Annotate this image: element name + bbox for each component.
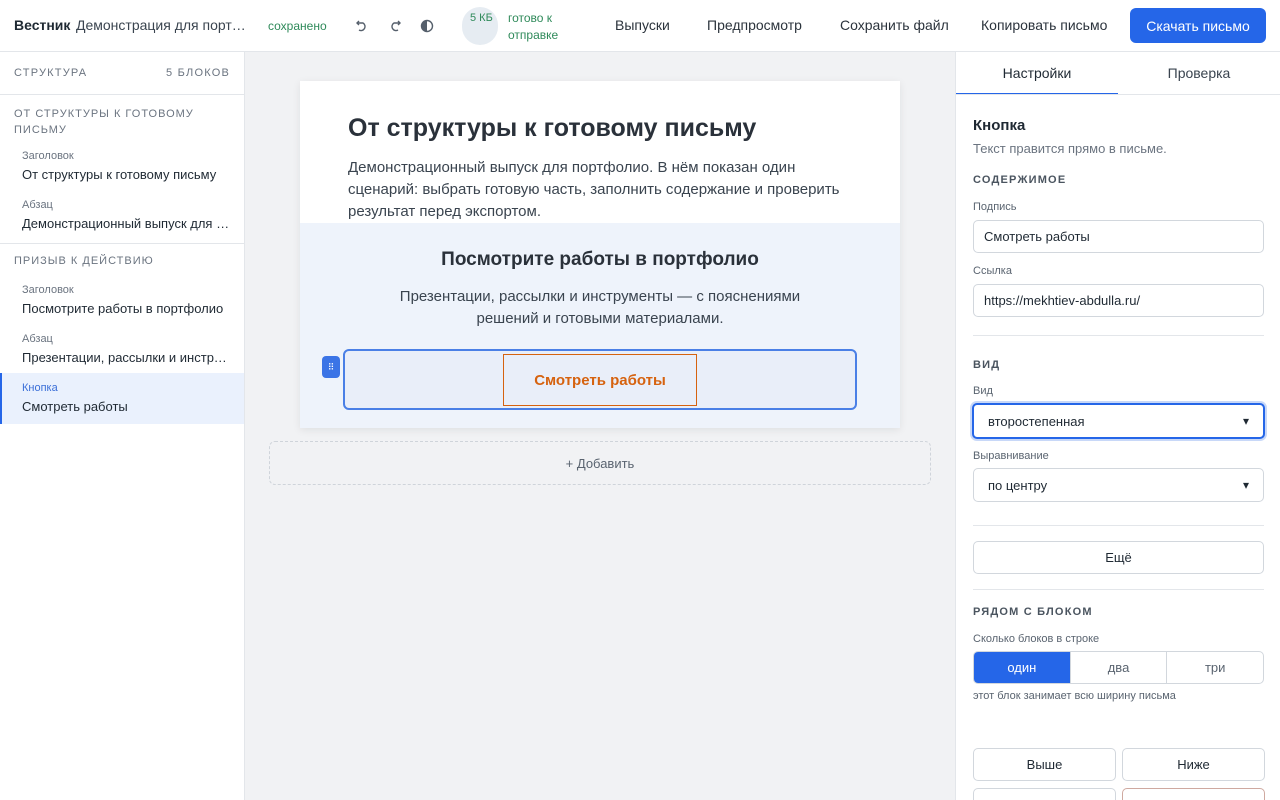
caption-input[interactable]: [973, 220, 1264, 253]
structure-item-button[interactable]: Кнопка Смотреть работы: [0, 373, 244, 424]
preview-link[interactable]: Предпросмотр: [707, 17, 802, 33]
item-text: Демонстрационный выпуск для портфолио: [22, 216, 230, 231]
per-row-segmented-control: один два три: [973, 651, 1264, 684]
block-title: Кнопка: [973, 117, 1026, 134]
cta-heading[interactable]: Посмотрите работы в портфолио: [300, 249, 900, 271]
email-canvas: От структуры к готовому письму Демонстра…: [245, 52, 955, 800]
move-down-button[interactable]: Ниже: [1122, 748, 1265, 781]
view-label: Вид: [973, 385, 993, 397]
block-count: 5 блоков: [166, 67, 230, 79]
per-row-option-two[interactable]: два: [1069, 652, 1167, 683]
per-row-option-one[interactable]: один: [974, 652, 1070, 683]
copy-email-link[interactable]: Копировать письмо: [981, 17, 1107, 33]
contrast-icon[interactable]: [415, 14, 439, 38]
structure-header: Структура 5 блоков: [0, 52, 244, 95]
item-type: Заголовок: [22, 284, 74, 296]
more-button[interactable]: Ещё: [973, 541, 1264, 574]
download-email-button[interactable]: Скачать письмо: [1130, 8, 1266, 43]
chevron-down-icon: ▾: [1242, 414, 1249, 428]
tab-settings[interactable]: Настройки: [956, 52, 1118, 95]
size-badge: 5 КБ: [462, 7, 498, 45]
near-block-section-title: Рядом с блоком: [973, 606, 1093, 618]
top-bar: Вестник Демонстрация для портфолио сохра…: [0, 0, 1280, 52]
save-file-link[interactable]: Сохранить файл: [840, 17, 949, 33]
per-row-option-three[interactable]: три: [1166, 652, 1263, 683]
align-select[interactable]: по центру ▾: [973, 468, 1264, 502]
link-label: Ссылка: [973, 265, 1012, 277]
view-select-value: второстепенная: [988, 413, 1085, 429]
block-subtitle: Текст правится прямо в письме.: [973, 141, 1167, 156]
chevron-down-icon: ▾: [1242, 478, 1249, 492]
structure-sidebar: Структура 5 блоков От структуры к готово…: [0, 52, 245, 800]
settings-panel: Настройки Проверка Кнопка Текст правится…: [955, 52, 1280, 800]
structure-item-heading[interactable]: Заголовок Посмотрите работы в портфолио: [0, 269, 244, 324]
per-row-label: Сколько блоков в строке: [973, 633, 1100, 645]
structure-title: Структура: [14, 67, 88, 79]
app-brand: Вестник: [14, 17, 71, 33]
cta-section: Посмотрите работы в портфолио Презентаци…: [300, 223, 900, 428]
align-select-value: по центру: [988, 477, 1048, 493]
cta-text[interactable]: Презентации, рассылки и инструменты — с …: [370, 286, 830, 330]
item-text: Посмотрите работы в портфолио: [22, 301, 224, 316]
group-label: Призыв к действию: [14, 255, 154, 267]
tab-check[interactable]: Проверка: [1118, 52, 1280, 95]
item-type: Абзац: [22, 333, 53, 345]
caption-label: Подпись: [973, 201, 1017, 213]
undo-icon[interactable]: [350, 14, 374, 38]
group-label: От структуры к готовому письму: [14, 108, 194, 136]
add-block-button[interactable]: + Добавить: [269, 441, 931, 485]
move-up-button[interactable]: Выше: [973, 748, 1116, 781]
per-row-hint: этот блок занимает всю ширину письма: [973, 690, 1176, 702]
item-text: Презентации, рассылки и инструменты: [22, 350, 230, 365]
view-select[interactable]: второстепенная ▾: [972, 403, 1265, 439]
item-type: Абзац: [22, 199, 53, 211]
item-type: Заголовок: [22, 150, 74, 162]
redo-icon[interactable]: [383, 14, 407, 38]
drag-handle-icon[interactable]: ⠿: [322, 356, 340, 378]
block-action-button[interactable]: [973, 788, 1116, 800]
structure-item-heading[interactable]: Заголовок От структуры к готовому письму: [0, 138, 244, 190]
email-heading[interactable]: От структуры к готовому письму: [348, 114, 756, 143]
section-divider: [973, 589, 1264, 590]
structure-item-paragraph[interactable]: Абзац Демонстрационный выпуск для портфо…: [0, 190, 244, 239]
structure-item-paragraph[interactable]: Абзац Презентации, рассылки и инструмент…: [0, 324, 244, 373]
item-text: Смотреть работы: [22, 399, 128, 414]
section-divider: [973, 525, 1264, 526]
selected-button-block[interactable]: Смотреть работы: [343, 349, 857, 410]
save-status: сохранено: [268, 19, 327, 33]
align-label: Выравнивание: [973, 450, 1049, 462]
tabs-divider: [956, 94, 1280, 95]
document-title[interactable]: Демонстрация для портфолио: [76, 17, 252, 33]
item-text: От структуры к готовому письму: [22, 167, 217, 182]
item-type: Кнопка: [22, 382, 58, 394]
email-preview: От структуры к готовому письму Демонстра…: [300, 81, 900, 428]
block-action-button[interactable]: [1122, 788, 1265, 800]
email-intro[interactable]: Демонстрационный выпуск для портфолио. В…: [348, 157, 858, 223]
view-section-title: Вид: [973, 359, 1001, 371]
section-divider: [973, 335, 1264, 336]
link-input[interactable]: [973, 284, 1264, 317]
cta-button[interactable]: Смотреть работы: [503, 354, 697, 406]
content-section-title: Содержимое: [973, 174, 1067, 186]
issues-link[interactable]: Выпуски: [615, 17, 670, 33]
panel-tabs: Настройки Проверка: [956, 52, 1280, 95]
ready-status: готово к отправке: [508, 11, 559, 42]
